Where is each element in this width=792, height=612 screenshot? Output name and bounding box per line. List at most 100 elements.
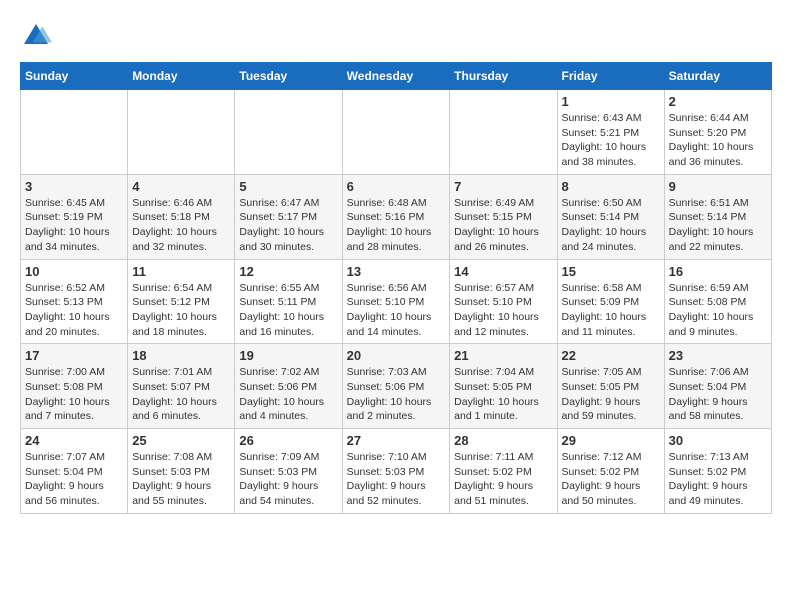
calendar-week-row: 10 Sunrise: 6:52 AM Sunset: 5:13 PM Dayli… bbox=[21, 259, 772, 344]
day-info: Sunrise: 6:58 AM Sunset: 5:09 PM Dayligh… bbox=[562, 281, 660, 340]
day-info: Sunrise: 7:05 AM Sunset: 5:05 PM Dayligh… bbox=[562, 365, 660, 424]
day-number: 12 bbox=[239, 264, 337, 279]
calendar-day-cell: 28Sunrise: 7:11 AM Sunset: 5:02 PM Dayli… bbox=[450, 429, 557, 514]
day-info: Sunrise: 7:06 AM Sunset: 5:04 PM Dayligh… bbox=[669, 365, 767, 424]
day-info: Sunrise: 6:55 AM Sunset: 5:11 PM Dayligh… bbox=[239, 281, 337, 340]
calendar-body: 1 Sunrise: 6:43 AM Sunset: 5:21 PM Daylig… bbox=[21, 90, 772, 514]
day-info: Sunrise: 6:47 AM Sunset: 5:17 PM Dayligh… bbox=[239, 196, 337, 255]
day-info: Sunrise: 7:00 AM Sunset: 5:08 PM Dayligh… bbox=[25, 365, 123, 424]
day-number: 11 bbox=[132, 264, 230, 279]
day-info: Sunrise: 7:08 AM Sunset: 5:03 PM Dayligh… bbox=[132, 450, 230, 509]
calendar-day-cell: 22 Sunrise: 7:05 AM Sunset: 5:05 PM Dayli… bbox=[557, 344, 664, 429]
calendar-day-cell: 8 Sunrise: 6:50 AM Sunset: 5:14 PM Daylig… bbox=[557, 174, 664, 259]
logo-icon bbox=[20, 20, 52, 52]
calendar-day-cell: 27 Sunrise: 7:10 AM Sunset: 5:03 PM Dayli… bbox=[342, 429, 450, 514]
day-info: Sunrise: 6:51 AM Sunset: 5:14 PM Dayligh… bbox=[669, 196, 767, 255]
day-info: Sunrise: 6:48 AM Sunset: 5:16 PM Dayligh… bbox=[347, 196, 446, 255]
calendar-day-cell: 20 Sunrise: 7:03 AM Sunset: 5:06 PM Dayli… bbox=[342, 344, 450, 429]
calendar-table: SundayMondayTuesdayWednesdayThursdayFrid… bbox=[20, 62, 772, 514]
day-info: Sunrise: 7:10 AM Sunset: 5:03 PM Dayligh… bbox=[347, 450, 446, 509]
calendar-day-cell: 7Sunrise: 6:49 AM Sunset: 5:15 PM Daylig… bbox=[450, 174, 557, 259]
day-number: 23 bbox=[669, 348, 767, 363]
weekday-header-cell: Wednesday bbox=[342, 63, 450, 90]
day-info: Sunrise: 7:07 AM Sunset: 5:04 PM Dayligh… bbox=[25, 450, 123, 509]
calendar-day-cell: 29 Sunrise: 7:12 AM Sunset: 5:02 PM Dayli… bbox=[557, 429, 664, 514]
day-number: 10 bbox=[25, 264, 123, 279]
calendar-day-cell: 15Sunrise: 6:58 AM Sunset: 5:09 PM Dayli… bbox=[557, 259, 664, 344]
day-info: Sunrise: 6:43 AM Sunset: 5:21 PM Dayligh… bbox=[562, 111, 660, 170]
weekday-header-cell: Friday bbox=[557, 63, 664, 90]
calendar-day-cell bbox=[450, 90, 557, 175]
day-number: 9 bbox=[669, 179, 767, 194]
day-number: 27 bbox=[347, 433, 446, 448]
day-number: 19 bbox=[239, 348, 337, 363]
day-number: 8 bbox=[562, 179, 660, 194]
day-number: 20 bbox=[347, 348, 446, 363]
day-number: 7 bbox=[454, 179, 552, 194]
day-number: 29 bbox=[562, 433, 660, 448]
calendar-day-cell: 2Sunrise: 6:44 AM Sunset: 5:20 PM Daylig… bbox=[664, 90, 771, 175]
calendar-day-cell bbox=[128, 90, 235, 175]
weekday-header-cell: Thursday bbox=[450, 63, 557, 90]
day-number: 4 bbox=[132, 179, 230, 194]
day-info: Sunrise: 7:03 AM Sunset: 5:06 PM Dayligh… bbox=[347, 365, 446, 424]
day-info: Sunrise: 7:01 AM Sunset: 5:07 PM Dayligh… bbox=[132, 365, 230, 424]
day-number: 22 bbox=[562, 348, 660, 363]
day-info: Sunrise: 6:52 AM Sunset: 5:13 PM Dayligh… bbox=[25, 281, 123, 340]
calendar-day-cell: 19 Sunrise: 7:02 AM Sunset: 5:06 PM Dayli… bbox=[235, 344, 342, 429]
day-number: 3 bbox=[25, 179, 123, 194]
calendar-day-cell: 4 Sunrise: 6:46 AM Sunset: 5:18 PM Daylig… bbox=[128, 174, 235, 259]
day-number: 5 bbox=[239, 179, 337, 194]
weekday-header-cell: Monday bbox=[128, 63, 235, 90]
day-number: 1 bbox=[562, 94, 660, 109]
weekday-header-row: SundayMondayTuesdayWednesdayThursdayFrid… bbox=[21, 63, 772, 90]
day-number: 26 bbox=[239, 433, 337, 448]
calendar-day-cell: 5 Sunrise: 6:47 AM Sunset: 5:17 PM Daylig… bbox=[235, 174, 342, 259]
day-number: 14 bbox=[454, 264, 552, 279]
day-info: Sunrise: 7:04 AM Sunset: 5:05 PM Dayligh… bbox=[454, 365, 552, 424]
calendar-day-cell: 21 Sunrise: 7:04 AM Sunset: 5:05 PM Dayli… bbox=[450, 344, 557, 429]
day-info: Sunrise: 6:46 AM Sunset: 5:18 PM Dayligh… bbox=[132, 196, 230, 255]
calendar-day-cell bbox=[21, 90, 128, 175]
day-number: 13 bbox=[347, 264, 446, 279]
calendar-day-cell: 25 Sunrise: 7:08 AM Sunset: 5:03 PM Dayli… bbox=[128, 429, 235, 514]
day-info: Sunrise: 7:11 AM Sunset: 5:02 PM Dayligh… bbox=[454, 450, 552, 509]
calendar-day-cell bbox=[342, 90, 450, 175]
calendar-week-row: 17Sunrise: 7:00 AM Sunset: 5:08 PM Dayli… bbox=[21, 344, 772, 429]
calendar-week-row: 1 Sunrise: 6:43 AM Sunset: 5:21 PM Daylig… bbox=[21, 90, 772, 175]
calendar-day-cell: 26Sunrise: 7:09 AM Sunset: 5:03 PM Dayli… bbox=[235, 429, 342, 514]
calendar-week-row: 3 Sunrise: 6:45 AM Sunset: 5:19 PM Daylig… bbox=[21, 174, 772, 259]
calendar-day-cell: 3 Sunrise: 6:45 AM Sunset: 5:19 PM Daylig… bbox=[21, 174, 128, 259]
calendar-day-cell: 24 Sunrise: 7:07 AM Sunset: 5:04 PM Dayli… bbox=[21, 429, 128, 514]
calendar-day-cell: 17Sunrise: 7:00 AM Sunset: 5:08 PM Dayli… bbox=[21, 344, 128, 429]
day-info: Sunrise: 7:12 AM Sunset: 5:02 PM Dayligh… bbox=[562, 450, 660, 509]
calendar-day-cell: 9 Sunrise: 6:51 AM Sunset: 5:14 PM Daylig… bbox=[664, 174, 771, 259]
calendar-day-cell: 11 Sunrise: 6:54 AM Sunset: 5:12 PM Dayli… bbox=[128, 259, 235, 344]
day-info: Sunrise: 7:13 AM Sunset: 5:02 PM Dayligh… bbox=[669, 450, 767, 509]
weekday-header-cell: Sunday bbox=[21, 63, 128, 90]
weekday-header-cell: Tuesday bbox=[235, 63, 342, 90]
day-number: 18 bbox=[132, 348, 230, 363]
day-info: Sunrise: 6:45 AM Sunset: 5:19 PM Dayligh… bbox=[25, 196, 123, 255]
day-number: 6 bbox=[347, 179, 446, 194]
calendar-week-row: 24 Sunrise: 7:07 AM Sunset: 5:04 PM Dayli… bbox=[21, 429, 772, 514]
calendar-day-cell: 23 Sunrise: 7:06 AM Sunset: 5:04 PM Dayli… bbox=[664, 344, 771, 429]
calendar-day-cell: 13 Sunrise: 6:56 AM Sunset: 5:10 PM Dayli… bbox=[342, 259, 450, 344]
day-info: Sunrise: 6:56 AM Sunset: 5:10 PM Dayligh… bbox=[347, 281, 446, 340]
calendar-day-cell: 14 Sunrise: 6:57 AM Sunset: 5:10 PM Dayli… bbox=[450, 259, 557, 344]
calendar-day-cell: 30Sunrise: 7:13 AM Sunset: 5:02 PM Dayli… bbox=[664, 429, 771, 514]
day-number: 24 bbox=[25, 433, 123, 448]
logo bbox=[20, 20, 56, 52]
day-info: Sunrise: 6:50 AM Sunset: 5:14 PM Dayligh… bbox=[562, 196, 660, 255]
day-info: Sunrise: 6:54 AM Sunset: 5:12 PM Dayligh… bbox=[132, 281, 230, 340]
calendar-day-cell: 6 Sunrise: 6:48 AM Sunset: 5:16 PM Daylig… bbox=[342, 174, 450, 259]
calendar-day-cell: 10 Sunrise: 6:52 AM Sunset: 5:13 PM Dayli… bbox=[21, 259, 128, 344]
day-info: Sunrise: 6:44 AM Sunset: 5:20 PM Dayligh… bbox=[669, 111, 767, 170]
day-info: Sunrise: 7:02 AM Sunset: 5:06 PM Dayligh… bbox=[239, 365, 337, 424]
calendar-day-cell: 1 Sunrise: 6:43 AM Sunset: 5:21 PM Daylig… bbox=[557, 90, 664, 175]
day-info: Sunrise: 6:57 AM Sunset: 5:10 PM Dayligh… bbox=[454, 281, 552, 340]
calendar-day-cell bbox=[235, 90, 342, 175]
day-number: 21 bbox=[454, 348, 552, 363]
calendar-day-cell: 12 Sunrise: 6:55 AM Sunset: 5:11 PM Dayli… bbox=[235, 259, 342, 344]
day-number: 25 bbox=[132, 433, 230, 448]
